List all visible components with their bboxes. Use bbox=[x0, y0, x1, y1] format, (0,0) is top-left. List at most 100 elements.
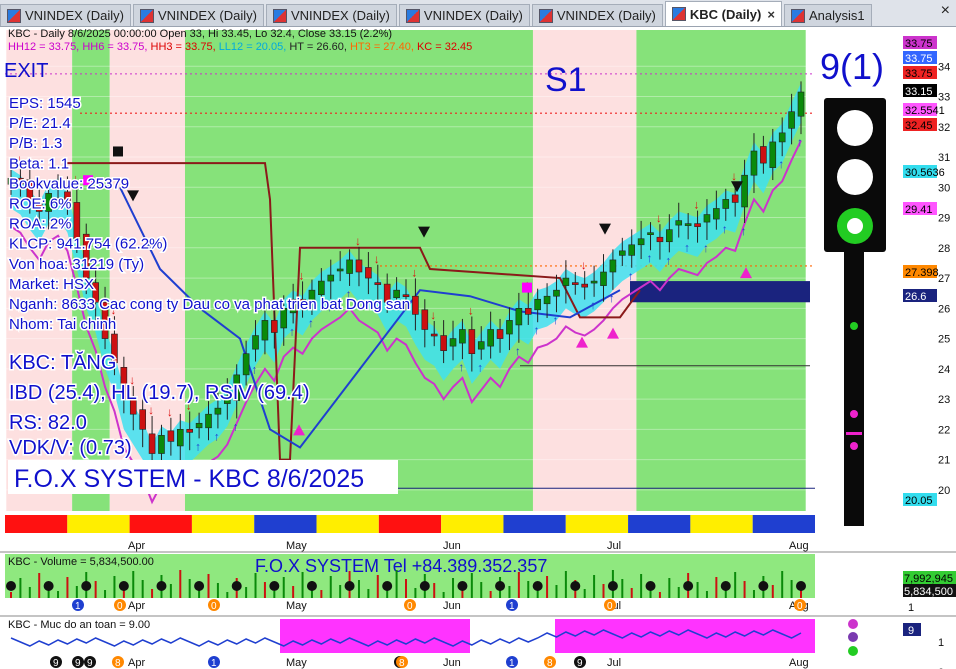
price-tag: 33.75 bbox=[905, 53, 933, 65]
price-tick: 30 bbox=[938, 182, 950, 194]
buy-arrow: ↑ bbox=[552, 313, 558, 327]
candle-body bbox=[778, 132, 786, 143]
safety-marker-label: 8 bbox=[115, 658, 121, 669]
buy-arrow: ↑ bbox=[308, 316, 314, 330]
sell-arrow: ↓ bbox=[148, 403, 154, 417]
volume-dot bbox=[532, 581, 543, 591]
volume-dot bbox=[344, 581, 355, 591]
candle-body bbox=[412, 295, 419, 315]
fundamental-line: KLCP: 941.754 (62.2%) bbox=[9, 236, 167, 253]
close-icon[interactable]: × bbox=[767, 7, 775, 22]
header-level-value: HH3 = 33.75, bbox=[151, 41, 219, 53]
price-tag: 33.75 bbox=[905, 38, 933, 50]
safety-label: KBC - Muc do an toan = 9.00 bbox=[8, 619, 150, 631]
fundamental-line: ROA: 2% bbox=[9, 216, 72, 233]
magenta-square bbox=[522, 282, 532, 293]
price-tick: 24 bbox=[938, 364, 950, 376]
volume-marker-label: 0 bbox=[211, 601, 217, 612]
tab-analysis1[interactable]: Analysis1 bbox=[783, 4, 872, 26]
chart-area[interactable]: ↓↓↓↓↓↓↓↓↓↑↑↑↑↑↓↑↑↑↓↓↓↓↑↓↑↑↓↑↑↓↑↑↑↑↓↑↑↓↑↑… bbox=[0, 26, 956, 669]
fundamental-line: P/B: 1.3 bbox=[9, 135, 62, 152]
candle-body bbox=[214, 407, 222, 415]
tab-vnindex-2[interactable]: VNINDEX (Daily) bbox=[132, 4, 264, 26]
price-tick: 27 bbox=[938, 273, 950, 285]
volume-dot bbox=[720, 581, 731, 591]
sell-arrow: ↓ bbox=[299, 268, 305, 282]
candle-body bbox=[694, 223, 701, 227]
header-level-value: KC = 32.45 bbox=[417, 41, 472, 53]
system-title: F.O.X SYSTEM - KBC 8/6/2025 bbox=[14, 465, 364, 493]
trend-strip-segment bbox=[503, 515, 566, 533]
candle-body bbox=[684, 223, 692, 226]
candle-body bbox=[515, 308, 523, 326]
tab-label: VNINDEX (Daily) bbox=[556, 8, 656, 23]
volume-dot bbox=[796, 581, 806, 591]
candle-body bbox=[327, 274, 335, 282]
volume-dot bbox=[570, 581, 581, 591]
volume-marker-label: 0 bbox=[407, 601, 413, 612]
month-label: Jun bbox=[443, 600, 461, 612]
app-window: VNINDEX (Daily) VNINDEX (Daily) VNINDEX … bbox=[0, 0, 956, 669]
fundamental-line: Market: HSX bbox=[9, 276, 94, 293]
tab-vnindex-4[interactable]: VNINDEX (Daily) bbox=[398, 4, 530, 26]
safety-zone bbox=[555, 619, 815, 653]
buy-arrow: ↑ bbox=[477, 361, 483, 375]
candle-body bbox=[609, 259, 617, 273]
volume-dot bbox=[495, 581, 506, 591]
candle-body bbox=[543, 295, 551, 305]
safety-marker-label: 9 bbox=[75, 658, 81, 669]
price-tick: 28 bbox=[938, 243, 950, 255]
tab-vnindex-3[interactable]: VNINDEX (Daily) bbox=[265, 4, 397, 26]
candle-body bbox=[703, 214, 711, 223]
candle-body bbox=[769, 141, 777, 168]
vdk-label: VDK/V: (0.73) bbox=[9, 437, 132, 459]
candle-body bbox=[760, 146, 767, 164]
buy-arrow: ↑ bbox=[797, 135, 803, 149]
candle-body bbox=[318, 280, 325, 296]
window-close-icon[interactable]: × bbox=[941, 2, 950, 20]
trend-strip-segment bbox=[129, 515, 192, 533]
candle-body bbox=[534, 298, 541, 311]
fundamental-line: P/E: 21.4 bbox=[9, 115, 71, 132]
price-tag: 32.5541 bbox=[905, 105, 945, 117]
safety-zone bbox=[280, 619, 470, 653]
safety-marker-label: 9 bbox=[87, 658, 93, 669]
tab-kbc[interactable]: KBC (Daily) × bbox=[664, 1, 782, 26]
volume-marker-label: 0 bbox=[117, 601, 123, 612]
candle-body bbox=[242, 353, 250, 376]
volume-tick: 1 bbox=[908, 602, 914, 614]
price-tick: 20 bbox=[938, 485, 950, 497]
tab-vnindex-5[interactable]: VNINDEX (Daily) bbox=[531, 4, 663, 26]
rs-label: RS: 82.0 bbox=[9, 412, 87, 434]
chart-icon bbox=[538, 8, 553, 23]
price-tag: 20.05 bbox=[905, 495, 933, 507]
candle-body bbox=[186, 429, 193, 433]
header-level-value: LL12 = 20.05, bbox=[219, 41, 290, 53]
trend-strip-segment bbox=[191, 515, 255, 533]
candle-body bbox=[562, 277, 570, 286]
fundamental-line: Von hoa: 31219 (Ty) bbox=[9, 256, 144, 273]
volume-dot bbox=[231, 581, 242, 591]
candle-body bbox=[176, 429, 184, 447]
chart-icon bbox=[405, 8, 420, 23]
volume-marker-label: 1 bbox=[75, 601, 81, 612]
price-tick: 34 bbox=[938, 61, 950, 73]
chart-icon bbox=[7, 8, 21, 23]
tab-vnindex-1[interactable]: VNINDEX (Daily) bbox=[0, 4, 131, 26]
trend-strip-segment bbox=[441, 515, 504, 533]
volume-dot bbox=[156, 581, 167, 591]
price-tick: 29 bbox=[938, 213, 950, 225]
safety-marker-label: 8 bbox=[547, 658, 553, 669]
candle-body bbox=[524, 308, 532, 315]
volume-dot bbox=[118, 581, 129, 591]
chart-header-line1: KBC - Daily 8/6/2025 00:00:00 Open 33, H… bbox=[8, 28, 392, 40]
candle-body bbox=[581, 283, 588, 288]
buy-arrow: ↑ bbox=[195, 439, 201, 453]
month-label: Aug bbox=[789, 540, 809, 552]
trend-strip-segment bbox=[752, 515, 815, 533]
safety-dot bbox=[848, 646, 858, 656]
volume-dot bbox=[81, 581, 92, 591]
volume-label: KBC - Volume = 5,834,500.00 bbox=[8, 556, 154, 568]
volume-marker-label: 0 bbox=[797, 601, 803, 612]
candle-body bbox=[722, 199, 730, 209]
